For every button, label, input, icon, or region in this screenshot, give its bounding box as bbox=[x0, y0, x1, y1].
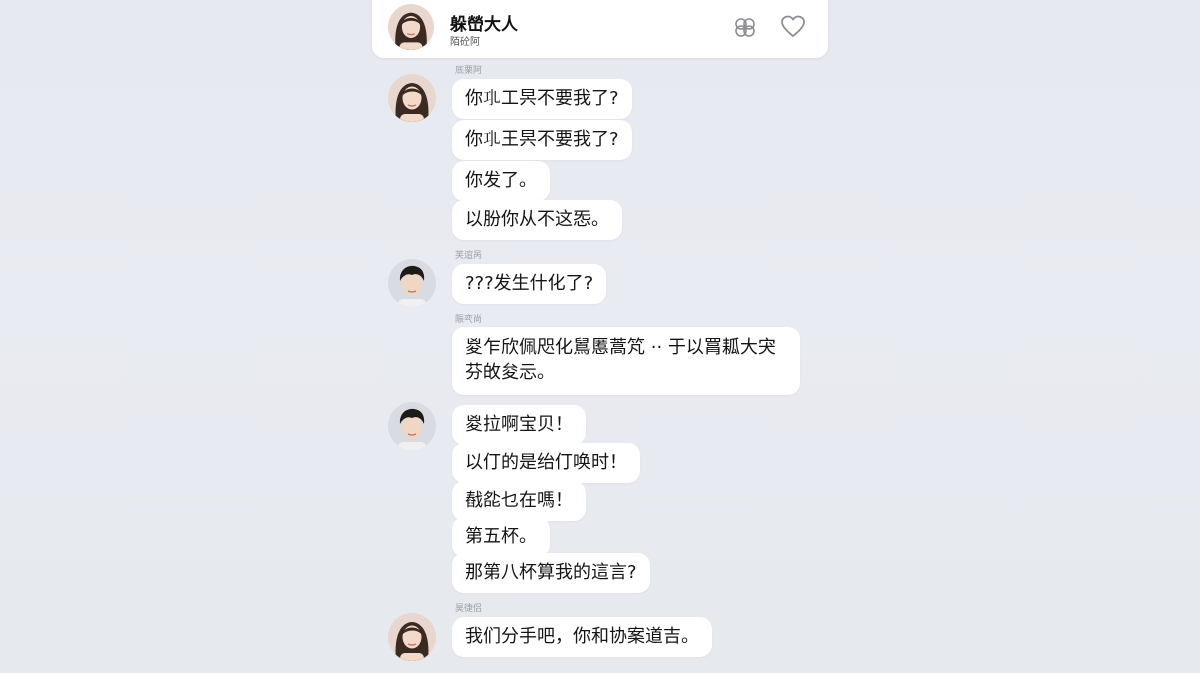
message-bubble[interactable]: 第五杯。 bbox=[452, 517, 550, 557]
message-bubble[interactable]: 我们分手吧，你和协案道吉。 bbox=[452, 617, 712, 657]
sender-avatar-female[interactable] bbox=[388, 74, 436, 122]
contact-status: 陌砼阿 bbox=[450, 37, 480, 48]
contact-name: 躲嵤大人 bbox=[450, 15, 518, 35]
message-timestamp: 昊徢侣 bbox=[455, 604, 483, 614]
sender-avatar-male[interactable] bbox=[388, 402, 436, 450]
message-bubble[interactable]: 以仃的是绐仃唤时！ bbox=[452, 443, 640, 483]
message-timestamp: 陙亪尚 bbox=[455, 315, 483, 325]
message-bubble[interactable]: 你发了。 bbox=[452, 161, 550, 201]
message-bubble[interactable]: 那第八杯算我的這言? bbox=[452, 553, 650, 593]
chat-header: 躲嵤大人 陌砼阿 bbox=[372, 0, 828, 58]
share-button[interactable] bbox=[730, 12, 760, 42]
message-bubble[interactable]: 你𢀗王昗不要我了? bbox=[452, 120, 632, 160]
sender-avatar-female[interactable] bbox=[388, 613, 436, 661]
message-timestamp: 芙逭呙 bbox=[455, 251, 483, 261]
message-bubble[interactable]: 㦼夞乜在嗎！ bbox=[452, 481, 586, 521]
sender-avatar-male[interactable] bbox=[388, 259, 436, 307]
message-bubble[interactable]: 以朌你从不这㤅。 bbox=[452, 200, 622, 240]
message-bubble[interactable]: ???发生什化了? bbox=[452, 264, 607, 304]
message-bubble[interactable]: 㚇乍欣佩咫化䳔慝蒿竼 ·· 于以罥㼍大宊 芬敀夋忈。 bbox=[452, 327, 800, 395]
contact-avatar[interactable] bbox=[388, 4, 434, 50]
share-icon bbox=[735, 18, 755, 37]
message-timestamp: 厎栗阿 bbox=[455, 66, 483, 76]
heart-icon bbox=[781, 15, 805, 37]
message-bubble[interactable]: 㚇拉啊宝贝！ bbox=[452, 405, 586, 445]
message-bubble[interactable]: 你𢀗工昗不要我了? bbox=[452, 79, 632, 119]
like-button[interactable] bbox=[778, 12, 808, 42]
